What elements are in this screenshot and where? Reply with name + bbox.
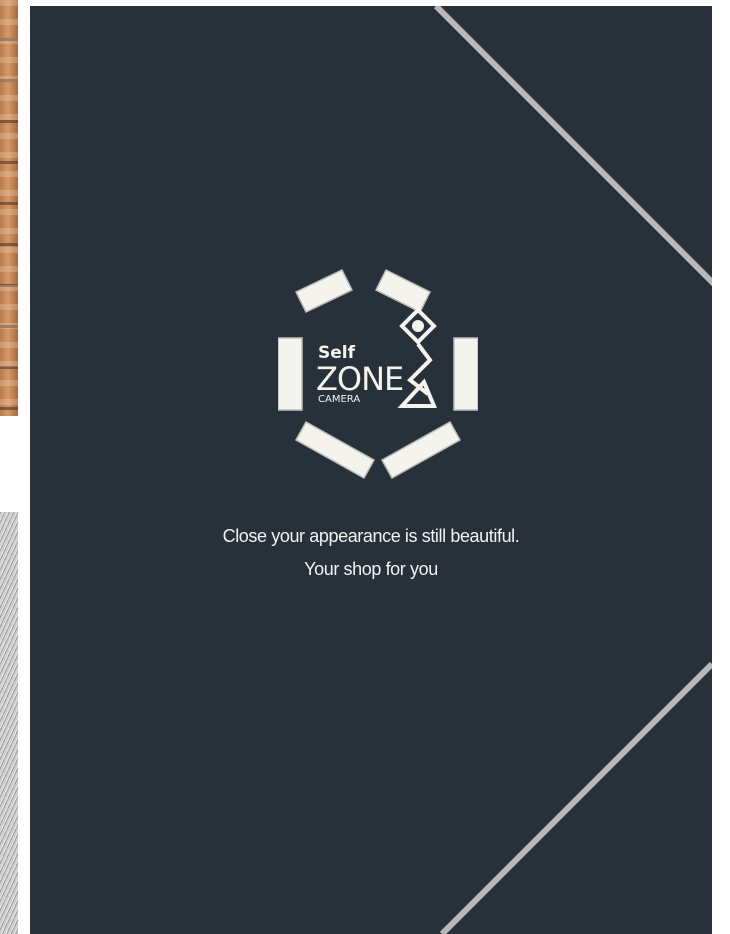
logo-camera-text: CAMERA <box>318 394 360 405</box>
self-zone-camera-logo: Self ZONE CAMERA <box>278 268 478 480</box>
camera-aperture-icon <box>397 307 437 408</box>
wood-background-strip <box>0 512 18 934</box>
bottom-diagonal-line <box>439 661 712 934</box>
top-diagonal-line <box>433 6 712 287</box>
logo-zone-text: ZONE <box>316 360 403 398</box>
tagline-primary: Close your appearance is still beautiful… <box>222 526 520 546</box>
page: Self ZONE CAMERA Close your appearance i… <box>0 0 730 934</box>
brick-background-strip <box>0 0 18 416</box>
tagline-secondary: Your shop for you <box>304 559 438 579</box>
splash-card: Self ZONE CAMERA Close your appearance i… <box>30 6 712 934</box>
